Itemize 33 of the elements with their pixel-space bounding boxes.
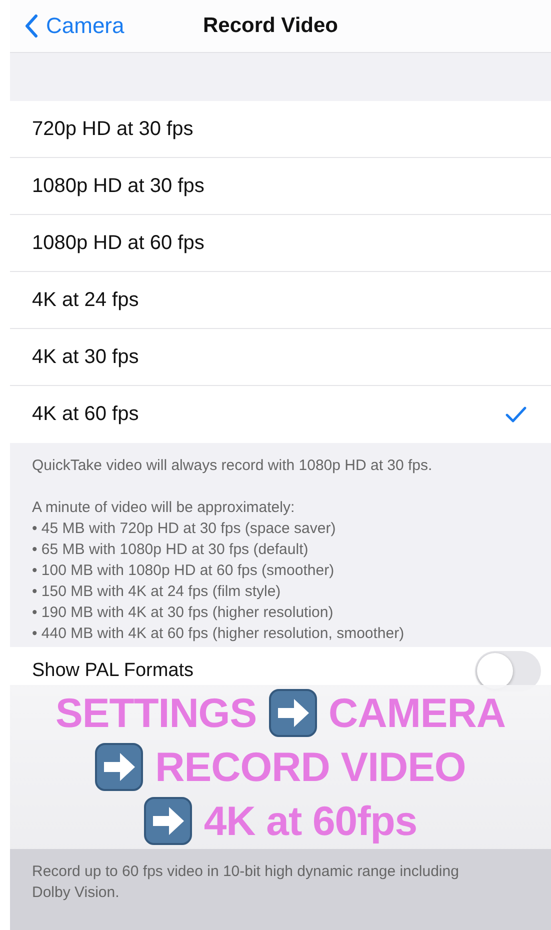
caption-text: SETTINGS (56, 689, 257, 738)
option-row[interactable]: 4K at 24 fps (10, 272, 551, 329)
caption-text: RECORD VIDEO (155, 743, 466, 792)
hdr-footer-note: Record up to 60 fps video in 10-bit high dynamic range including Dolby Vision. (32, 862, 460, 903)
size-item: • 100 MB with 1080p HD at 60 fps (smoother) (32, 561, 336, 581)
size-item: • 45 MB with 720p HD at 30 fps (space saver) (32, 519, 337, 539)
option-label: 4K at 24 fps (32, 288, 139, 312)
arrow-right-icon (95, 743, 144, 791)
option-row[interactable]: 1080p HD at 30 fps (10, 158, 551, 215)
option-label: 4K at 30 fps (32, 346, 139, 368)
option-label: 720p HD at 30 fps (32, 118, 194, 140)
option-row[interactable]: 4K at 60 fps (10, 386, 551, 443)
size-item: • 150 MB with 4K at 24 fps (film style) (32, 582, 282, 602)
quicktake-note: QuickTake video will always record with 1080p HD at 30 fps. (32, 456, 434, 476)
size-item: • 190 MB with 4K at 30 fps (higher resolution) (32, 603, 334, 623)
option-label: 4K at 60 fps (32, 403, 139, 426)
arrow-right-icon (268, 689, 317, 737)
option-label: 1080p HD at 60 fps (32, 232, 204, 254)
option-row[interactable]: 720p HD at 30 fps (10, 101, 551, 158)
option-row[interactable]: 4K at 30 fps (10, 329, 551, 386)
caption-text: CAMERA (328, 689, 506, 738)
caption-text: 4K at 60fps (204, 797, 418, 846)
chevron-left-icon (24, 14, 38, 38)
screen-title: Record Video (203, 14, 338, 38)
pal-formats-label: Show PAL Formats (32, 660, 194, 682)
size-intro: A minute of video will be approximately: (32, 498, 296, 518)
size-item: • 65 MB with 1080p HD at 30 fps (default) (32, 540, 310, 560)
option-row[interactable]: 1080p HD at 60 fps (10, 215, 551, 272)
arrow-right-icon (144, 797, 192, 845)
checkmark-icon (505, 406, 527, 424)
back-button[interactable]: Camera (24, 13, 124, 39)
size-item: • 440 MB with 4K at 60 fps (higher resolution, smoother) (32, 624, 406, 644)
option-label: 1080p HD at 30 fps (32, 174, 204, 198)
